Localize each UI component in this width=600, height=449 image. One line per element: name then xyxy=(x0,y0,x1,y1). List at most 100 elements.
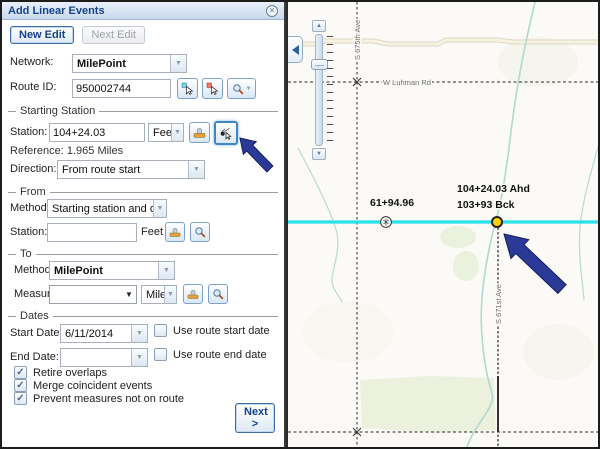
measure-stamp-icon xyxy=(193,126,206,139)
close-icon[interactable]: ✕ xyxy=(266,5,278,17)
start-date-label: Start Date: xyxy=(10,327,63,339)
from-search-button[interactable] xyxy=(190,222,210,242)
merge-coincident-events-label: Merge coincident events xyxy=(33,380,152,392)
use-route-start-date-checkbox[interactable] xyxy=(154,324,167,337)
network-label: Network: xyxy=(10,56,53,68)
network-select[interactable]: MilePoint ▼ xyxy=(72,54,187,73)
measure-stamp-icon xyxy=(187,288,199,300)
network-value: MilePoint xyxy=(73,58,170,70)
street-label-horizontal: W Luhman Rd xyxy=(383,78,431,87)
to-measure-tool-button[interactable] xyxy=(183,284,203,304)
select-route-on-map-button[interactable] xyxy=(177,78,198,99)
to-method-value: MilePoint xyxy=(50,265,158,277)
from-method-label: Method: xyxy=(10,202,50,214)
route-id-input[interactable] xyxy=(72,79,171,98)
stream-left xyxy=(298,148,342,302)
station-label-mid: 61+94.96 xyxy=(370,197,414,209)
terrain-blob xyxy=(523,324,593,380)
chevron-down-icon[interactable]: ▼ xyxy=(122,290,136,299)
field-polygon xyxy=(360,376,496,433)
station-measure-tool-button[interactable] xyxy=(189,122,210,143)
pick-on-map-icon xyxy=(219,126,233,140)
to-search-button[interactable] xyxy=(208,284,228,304)
selected-station-marker[interactable] xyxy=(492,217,502,227)
station-label-back: 103+93 Bck xyxy=(457,199,515,211)
route-id-label: Route ID: xyxy=(10,81,56,93)
measure-stamp-icon xyxy=(169,226,181,238)
station-units-select[interactable]: Feet ▼ xyxy=(148,123,184,142)
route-select-icon xyxy=(181,82,194,95)
dates-section-header: Dates xyxy=(8,310,278,322)
magnifier-icon xyxy=(232,83,244,95)
station-label: Station: xyxy=(10,126,47,138)
use-route-end-date-checkbox[interactable] xyxy=(154,348,167,361)
magnifier-icon xyxy=(194,226,206,238)
from-station-input[interactable] xyxy=(47,223,137,242)
field-polygon xyxy=(440,226,476,248)
chevron-down-icon: ▼ xyxy=(171,124,183,141)
street-label-vertical-right: S 671st Ave xyxy=(494,284,503,324)
station-units-value: Feet xyxy=(149,127,171,139)
field-polygon xyxy=(453,251,479,281)
new-edit-button[interactable]: New Edit xyxy=(10,26,74,44)
retire-overlaps-label: Retire overlaps xyxy=(33,367,107,379)
measure-combo[interactable]: ▼ xyxy=(49,285,137,304)
panel-titlebar: Add Linear Events ✕ xyxy=(2,2,284,20)
route-search-dropdown-button[interactable]: ▼ xyxy=(227,78,256,99)
pick-station-on-map-button[interactable] xyxy=(214,121,238,145)
use-route-end-date-label: Use route end date xyxy=(173,349,267,361)
retire-overlaps-checkbox[interactable] xyxy=(14,366,27,379)
merge-coincident-events-checkbox[interactable] xyxy=(14,379,27,392)
start-date-value: 6/11/2014 xyxy=(61,328,131,340)
end-date-label: End Date: xyxy=(10,351,59,363)
chevron-down-icon: ▼ xyxy=(131,349,147,366)
from-section-header: From xyxy=(8,186,278,198)
from-measure-tool-button[interactable] xyxy=(165,222,185,242)
measure-units-value: Miles xyxy=(142,289,164,301)
direction-value: From route start xyxy=(58,164,188,176)
route-unselect-icon xyxy=(206,82,219,95)
panel-title: Add Linear Events xyxy=(8,5,266,17)
magnifier-icon xyxy=(212,288,224,300)
station-marker-mid xyxy=(381,217,392,228)
map-canvas[interactable]: W Luhman Rd S 675th Ave S 671st Ave 61+9… xyxy=(288,2,598,447)
from-station-label: Station: xyxy=(10,226,47,238)
start-date-select[interactable]: 6/11/2014 ▼ xyxy=(60,324,148,343)
zoom-in-button[interactable]: ▲ xyxy=(312,20,326,32)
chevron-left-icon xyxy=(292,45,299,55)
from-method-value: Starting station and offset xyxy=(48,203,153,215)
chevron-down-icon: ▼ xyxy=(131,325,147,342)
chevron-down-icon: ▼ xyxy=(188,161,204,178)
chevron-down-icon: ▼ xyxy=(153,200,166,217)
to-section-header: To xyxy=(8,248,278,260)
use-route-start-date-label: Use route start date xyxy=(173,325,270,337)
station-input[interactable] xyxy=(49,123,145,142)
map-zoom-slider: ▲ ▼ xyxy=(309,20,335,160)
station-label-ahead: 104+24.03 Ahd xyxy=(457,183,530,195)
direction-select[interactable]: From route start ▼ xyxy=(57,160,205,179)
end-date-select[interactable]: ▼ xyxy=(60,348,148,367)
chevron-down-icon[interactable]: ▼ xyxy=(170,55,186,72)
reference-value: Reference: 1.965 Miles xyxy=(10,145,123,157)
street-label-vertical-left: S 675th Ave xyxy=(353,20,362,60)
from-method-select[interactable]: Starting station and offset ▼ xyxy=(47,199,167,218)
stream-right xyxy=(579,140,598,300)
next-button[interactable]: Next > xyxy=(235,403,275,433)
zoom-out-button[interactable]: ▼ xyxy=(312,148,326,160)
zoom-slider-track[interactable] xyxy=(315,34,323,146)
zoom-slider-handle[interactable] xyxy=(311,59,328,70)
direction-label: Direction: xyxy=(10,163,56,175)
measure-units-select[interactable]: Miles ▼ xyxy=(141,285,177,304)
panel-collapse-button[interactable] xyxy=(288,36,303,63)
starting-station-section-header: Starting Station xyxy=(8,105,278,117)
clear-route-selection-button[interactable] xyxy=(202,78,223,99)
prevent-measures-checkbox[interactable] xyxy=(14,392,27,405)
to-method-select[interactable]: MilePoint ▼ xyxy=(49,261,175,280)
zoom-slider-ticks xyxy=(327,36,333,148)
add-linear-events-panel: Add Linear Events ✕ New Edit Next Edit N… xyxy=(2,2,286,447)
chevron-down-icon: ▼ xyxy=(246,86,252,92)
chevron-down-icon: ▼ xyxy=(158,262,174,279)
next-edit-button[interactable]: Next Edit xyxy=(82,26,145,44)
to-method-label: Method: xyxy=(14,264,54,276)
from-units-label: Feet xyxy=(141,226,163,238)
